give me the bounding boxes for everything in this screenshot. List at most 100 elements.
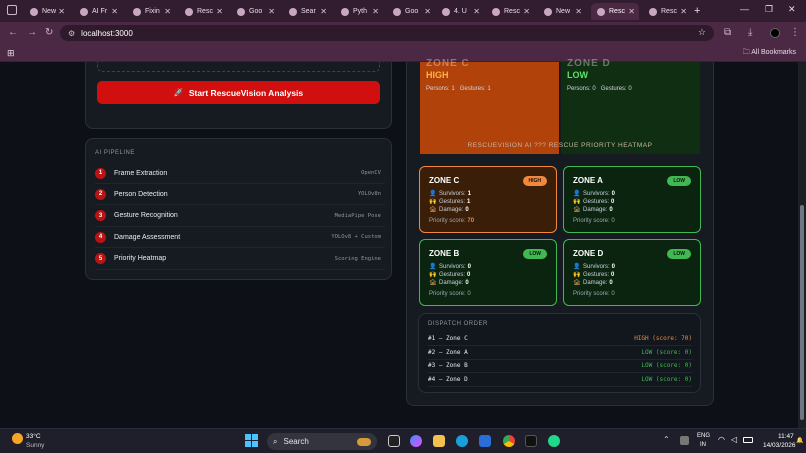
browser-tab[interactable]: Sear ✕ bbox=[283, 3, 331, 20]
profile-avatar[interactable] bbox=[770, 28, 780, 38]
step-name: Priority Heatmap bbox=[114, 255, 167, 263]
gestures-stat: 🙌 Gestures: 0 bbox=[573, 198, 615, 206]
maximize-icon[interactable]: ❐ bbox=[765, 4, 773, 15]
copilot-icon[interactable] bbox=[410, 435, 422, 447]
site-info-icon[interactable]: ⚙ bbox=[68, 29, 75, 38]
gestures-stat: 🙌 Gestures: 0 bbox=[429, 271, 471, 279]
apps-grid-icon[interactable]: ⊞ bbox=[7, 48, 15, 59]
building-icon: 🏚 bbox=[429, 280, 437, 286]
tab-favicon-icon bbox=[649, 7, 657, 16]
new-tab-button[interactable]: + bbox=[694, 5, 700, 17]
tab-close-icon[interactable]: ✕ bbox=[372, 7, 379, 16]
browser-tab-strip: New ✕ AI Fr ✕ Fixin ✕ Resc ✕ Goo ✕ Sear ✕ Pyth ✕ Goo ✕ 4… bbox=[0, 0, 806, 22]
taskbar-search-input[interactable]: ⌕ Search bbox=[267, 433, 377, 450]
browser-tab[interactable]: Resc ✕ bbox=[486, 3, 534, 20]
dispatch-title: DISPATCH ORDER bbox=[428, 321, 488, 327]
zone-card[interactable]: ZONE C HIGH 👤 Survivors: 1 🙌 Gestures: 1 🏚 Damage… bbox=[419, 166, 557, 233]
tab-search-icon[interactable] bbox=[7, 5, 17, 15]
tab-close-icon[interactable]: ✕ bbox=[575, 7, 582, 16]
page-scrollbar-thumb[interactable] bbox=[800, 205, 804, 420]
volume-icon[interactable]: ◁ bbox=[731, 435, 737, 444]
tab-close-icon[interactable]: ✕ bbox=[216, 7, 223, 16]
browser-tab[interactable]: Resc ✕ bbox=[179, 3, 227, 20]
notification-bell-icon[interactable]: 🔔 bbox=[796, 437, 803, 444]
tab-close-icon[interactable]: ✕ bbox=[628, 7, 635, 16]
start-analysis-button[interactable]: 🚀 Start RescueVision Analysis bbox=[97, 81, 380, 104]
close-window-icon[interactable]: ✕ bbox=[788, 4, 796, 15]
weather-temp[interactable]: 33°C bbox=[26, 433, 41, 440]
tab-close-icon[interactable]: ✕ bbox=[523, 7, 530, 16]
pycharm-icon[interactable] bbox=[548, 435, 560, 447]
start-windows-icon[interactable] bbox=[245, 434, 258, 447]
damage-stat: 🏚 Damage: 0 bbox=[429, 279, 469, 287]
tab-close-icon[interactable]: ✕ bbox=[164, 7, 171, 16]
battery-icon[interactable] bbox=[743, 437, 753, 443]
tray-chevron-icon[interactable]: ⌃ bbox=[663, 435, 670, 444]
survivors-stat: 👤 Survivors: 0 bbox=[573, 190, 616, 198]
browser-tab[interactable]: Fixin ✕ bbox=[127, 3, 175, 20]
browser-tab[interactable]: 4. U ✕ bbox=[436, 3, 484, 20]
minimize-icon[interactable]: — bbox=[740, 4, 749, 14]
clock-time[interactable]: 11:47 bbox=[778, 433, 794, 440]
browser-tab[interactable]: New ✕ bbox=[538, 3, 586, 20]
task-view-icon[interactable] bbox=[388, 435, 400, 447]
back-icon[interactable]: ← bbox=[8, 27, 18, 38]
browser-tab[interactable]: Resc ✕ bbox=[643, 3, 691, 20]
zone-title: ZONE A bbox=[573, 176, 603, 185]
reload-icon[interactable]: ↻ bbox=[45, 27, 53, 38]
lang-1[interactable]: ENG bbox=[697, 433, 710, 439]
zone-title: ZONE B bbox=[429, 249, 460, 258]
pipeline-step: 3 Gesture Recognition MediaPipe Pose bbox=[95, 206, 385, 227]
tab-favicon-icon bbox=[237, 7, 245, 16]
url-omnibox[interactable]: ⚙ localhost:3000 ☆ bbox=[60, 25, 714, 41]
extensions-icon[interactable]: ⧉ bbox=[724, 27, 731, 38]
store-icon[interactable] bbox=[479, 435, 491, 447]
zone-title: ZONE D bbox=[573, 249, 604, 258]
heatmap-meta: Persons: 1 Gestures: 1 bbox=[426, 86, 491, 92]
video-dropzone[interactable] bbox=[97, 62, 380, 72]
building-icon: 🏚 bbox=[573, 280, 581, 286]
heatmap-cell-zone-d: ZONE D LOW Persons: 0 Gestures: 0 bbox=[561, 58, 700, 154]
tab-favicon-icon bbox=[341, 7, 349, 16]
tab-close-icon[interactable]: ✕ bbox=[424, 7, 431, 16]
browser-tab[interactable]: AI Fr ✕ bbox=[74, 3, 122, 20]
browser-tab[interactable]: Pyth ✕ bbox=[335, 3, 383, 20]
chrome-icon[interactable] bbox=[503, 435, 515, 447]
wifi-icon[interactable]: ◠ bbox=[718, 435, 725, 444]
tab-close-icon[interactable]: ✕ bbox=[473, 7, 480, 16]
weather-icon bbox=[12, 433, 23, 444]
dispatch-row: #4 — Zone D LOW (score: 0) bbox=[428, 373, 692, 387]
tab-close-icon[interactable]: ✕ bbox=[680, 7, 687, 16]
step-number: 3 bbox=[95, 210, 106, 222]
zone-card[interactable]: ZONE D LOW 👤 Survivors: 0 🙌 Gestures: 0 🏚 Damage:… bbox=[563, 239, 701, 306]
edge-icon[interactable] bbox=[456, 435, 468, 447]
tab-close-icon[interactable]: ✕ bbox=[111, 7, 118, 16]
tab-close-icon[interactable]: ✕ bbox=[268, 7, 275, 16]
survivors-stat: 👤 Survivors: 1 bbox=[429, 190, 472, 198]
damage-stat: 🏚 Damage: 0 bbox=[573, 279, 613, 287]
browser-tab[interactable]: New ✕ bbox=[24, 3, 69, 20]
priority-score: Priority score: 70 bbox=[429, 218, 475, 224]
tab-close-icon[interactable]: ✕ bbox=[320, 7, 327, 16]
heatmap-meta: Persons: 0 Gestures: 0 bbox=[567, 86, 632, 92]
pipeline-step: 1 Frame Extraction OpenCV bbox=[95, 163, 385, 184]
dispatch-rank: #4 — Zone D bbox=[428, 375, 468, 383]
tab-close-icon[interactable]: ✕ bbox=[58, 7, 65, 16]
download-icon[interactable]: ⤓ bbox=[748, 27, 752, 38]
forward-icon[interactable]: → bbox=[27, 27, 37, 38]
zone-card[interactable]: ZONE A LOW 👤 Survivors: 0 🙌 Gestures: 0 🏚 Damage:… bbox=[563, 166, 701, 233]
bookmark-star-icon[interactable]: ☆ bbox=[698, 27, 706, 38]
tab-favicon-icon bbox=[442, 7, 450, 16]
menu-kebab-icon[interactable]: ⋮ bbox=[790, 27, 800, 38]
priority-score: Priority score: 0 bbox=[429, 291, 471, 297]
step-number: 5 bbox=[95, 253, 106, 265]
browser-tab[interactable]: Goo ✕ bbox=[387, 3, 435, 20]
browser-tab[interactable]: Goo ✕ bbox=[231, 3, 279, 20]
file-explorer-icon[interactable] bbox=[433, 435, 445, 447]
browser-tab[interactable]: Resc ✕ bbox=[591, 3, 639, 20]
person-icon: 👤 bbox=[429, 264, 437, 270]
terminal-icon[interactable] bbox=[525, 435, 537, 447]
all-bookmarks-link[interactable]: 🗀 All Bookmarks bbox=[743, 48, 796, 59]
zone-card[interactable]: ZONE B LOW 👤 Survivors: 0 🙌 Gestures: 0 🏚 Damage:… bbox=[419, 239, 557, 306]
tray-app-icon[interactable] bbox=[680, 436, 689, 445]
